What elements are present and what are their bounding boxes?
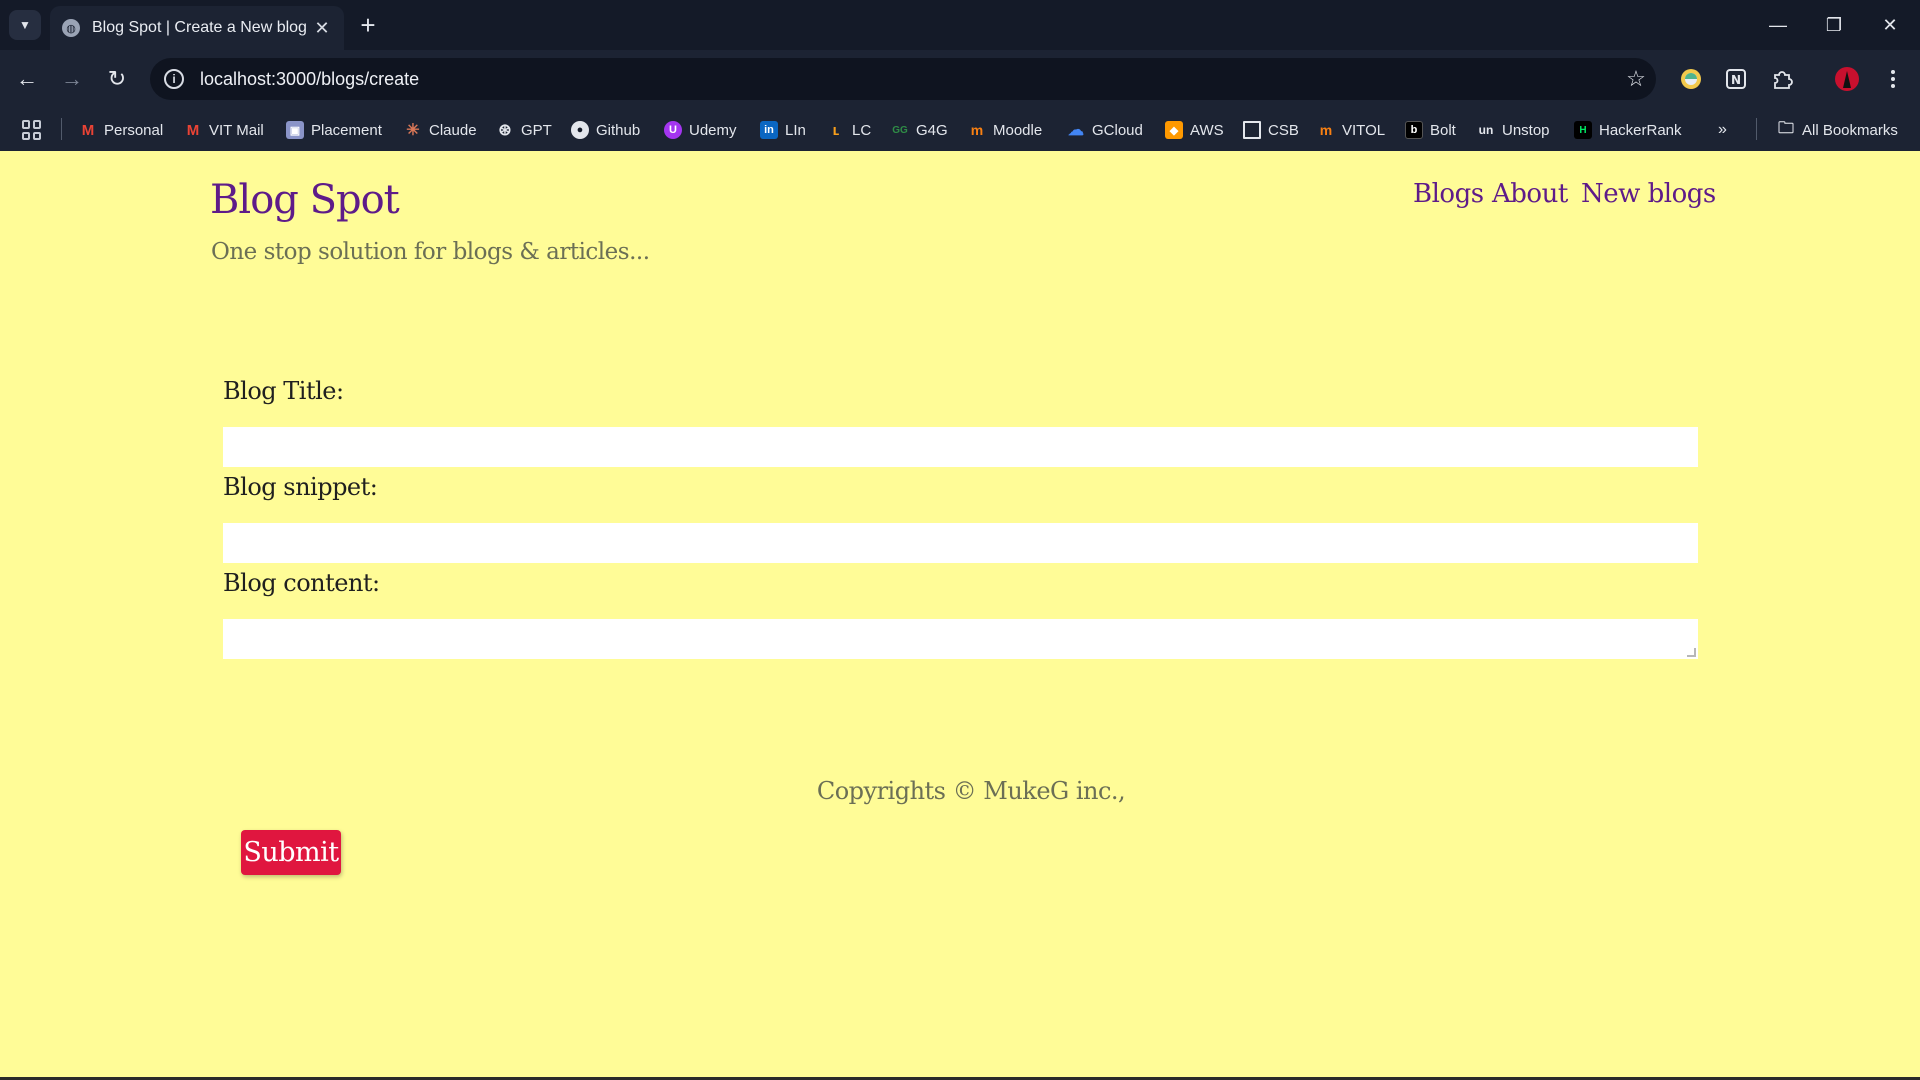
tab-strip: ▼ ◍ Blog Spot | Create a New blog ✕ + — … (0, 0, 1920, 50)
bookmark-moodle[interactable]: m Moodle (968, 118, 1042, 142)
page-content: Blog Spot One stop solution for blogs & … (0, 151, 1920, 1080)
nav-link-about[interactable]: About (1492, 179, 1568, 209)
window-close-icon[interactable]: ✕ (1870, 8, 1910, 42)
nav-link-new-blogs[interactable]: New blogs (1581, 179, 1716, 209)
submit-button[interactable]: Submit (241, 830, 341, 875)
bookmark-g4g[interactable]: GG G4G (891, 118, 947, 142)
blog-content-textarea[interactable] (223, 619, 1698, 659)
linkedin-icon: in (760, 121, 778, 139)
all-bookmarks-button[interactable]: 🗀 All Bookmarks (1777, 118, 1898, 142)
claude-icon: ✳ (406, 122, 420, 139)
profile-avatar[interactable] (1832, 64, 1862, 94)
create-blog-form: Blog Title: Blog snippet: Blog content: … (223, 377, 1698, 875)
site-info-icon[interactable]: i (164, 69, 184, 89)
browser-toolbar: ← → ↻ i localhost:3000/blogs/create ☆ N (0, 50, 1920, 108)
chevron-down-icon: ▼ (19, 18, 31, 32)
bookmark-bolt[interactable]: b Bolt (1405, 118, 1456, 142)
bookmark-vit-mail[interactable]: M VIT Mail (184, 118, 264, 142)
resize-handle-icon[interactable] (1687, 648, 1696, 657)
blog-title-label: Blog Title: (223, 377, 344, 405)
nav-link-blogs[interactable]: Blogs (1413, 179, 1484, 209)
active-tab[interactable]: ◍ Blog Spot | Create a New blog ✕ (50, 6, 344, 50)
bookmark-unstop[interactable]: un Unstop (1477, 118, 1550, 142)
minimize-icon[interactable]: — (1758, 8, 1798, 42)
google-cloud-icon: ☁ (1068, 122, 1084, 139)
aws-icon: ◆ (1165, 121, 1183, 139)
extension-color-icon[interactable] (1676, 64, 1706, 94)
gmail-icon: M (81, 121, 95, 139)
gmail-icon: M (186, 121, 200, 139)
codesandbox-icon (1243, 121, 1261, 139)
browser-menu-icon[interactable] (1878, 64, 1908, 94)
tab-search-button[interactable]: ▼ (9, 10, 41, 40)
bookmark-gpt[interactable]: ⊛ GPT (496, 118, 552, 142)
bookmark-aws[interactable]: ◆ AWS (1165, 118, 1224, 142)
bookmark-claude[interactable]: ✳ Claude (404, 118, 476, 142)
bookmark-linkedin[interactable]: in LIn (760, 118, 806, 142)
more-bookmarks-chevron-icon[interactable]: » (1718, 118, 1727, 142)
apps-grid-icon[interactable] (20, 118, 44, 142)
bookmark-gcloud[interactable]: ☁ GCloud (1067, 118, 1143, 142)
bookmarks-divider-right (1756, 118, 1757, 140)
back-icon[interactable]: ← (10, 62, 44, 96)
blog-title-input[interactable] (223, 427, 1698, 467)
bookmark-hackerrank[interactable]: H HackerRank (1574, 118, 1682, 142)
geeksforgeeks-icon: GG (892, 124, 908, 136)
blog-content-label: Blog content: (223, 569, 380, 597)
hackerrank-icon: H (1574, 121, 1592, 139)
reload-icon[interactable]: ↻ (100, 62, 134, 96)
site-title[interactable]: Blog Spot (210, 177, 400, 223)
bolt-icon: b (1405, 121, 1423, 139)
bookmark-csb[interactable]: CSB (1243, 118, 1299, 142)
blog-snippet-input[interactable] (223, 523, 1698, 563)
notion-extension-icon[interactable]: N (1721, 64, 1751, 94)
forward-icon[interactable]: → (55, 62, 89, 96)
bookmark-vitol[interactable]: m VITOL (1317, 118, 1385, 142)
new-tab-button[interactable]: + (353, 10, 383, 40)
leetcode-icon: ʟ (832, 121, 840, 139)
extensions-puzzle-icon[interactable] (1767, 64, 1797, 94)
browser-chrome: ▼ ◍ Blog Spot | Create a New blog ✕ + — … (0, 0, 1920, 151)
moodle-icon: m (970, 122, 984, 138)
tab-title: Blog Spot | Create a New blog (92, 19, 307, 36)
github-icon: ● (571, 121, 589, 139)
svg-text:N: N (1731, 73, 1741, 87)
openai-icon: ⊛ (498, 122, 512, 139)
bookmark-placement[interactable]: ▣ Placement (286, 118, 382, 142)
bookmarks-bar: M Personal M VIT Mail ▣ Placement ✳ Claude ⊛… (0, 108, 1920, 151)
address-bar[interactable]: i localhost:3000/blogs/create ☆ (150, 58, 1656, 100)
close-tab-icon[interactable]: ✕ (312, 18, 332, 38)
bookmark-leetcode[interactable]: ʟ LC (827, 118, 872, 142)
url-text[interactable]: localhost:3000/blogs/create (200, 69, 1616, 90)
folder-icon: 🗀 (1777, 119, 1794, 137)
bookmarks-divider (61, 118, 62, 140)
restore-icon[interactable]: ❐ (1814, 8, 1854, 42)
bookmark-udemy[interactable]: U Udemy (664, 118, 737, 142)
bookmark-star-icon[interactable]: ☆ (1616, 66, 1656, 92)
unstop-icon: un (1478, 123, 1494, 137)
site-tagline: One stop solution for blogs & articles..… (211, 239, 650, 265)
footer-copyright: Copyrights © MukeG inc., (816, 777, 1126, 805)
bookmark-github[interactable]: ● Github (571, 118, 640, 142)
moodle-icon: m (1319, 122, 1333, 138)
blog-snippet-label: Blog snippet: (223, 473, 378, 501)
bookmark-personal[interactable]: M Personal (79, 118, 163, 142)
udemy-icon: U (664, 121, 682, 139)
placement-icon: ▣ (286, 121, 304, 139)
globe-icon: ◍ (62, 19, 80, 37)
